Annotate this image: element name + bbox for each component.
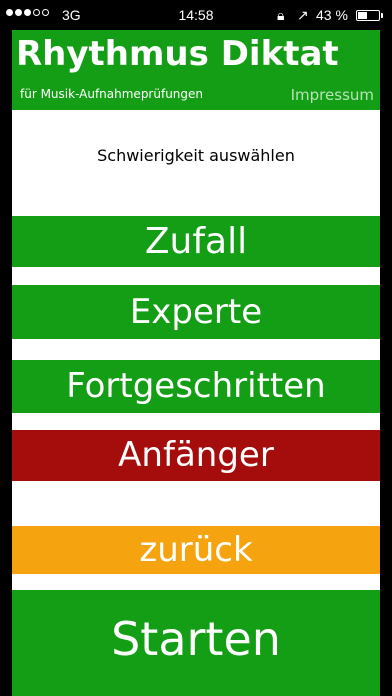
rotation-lock-icon: 🔒︎ <box>277 7 285 23</box>
battery-percent: 43 % <box>316 7 348 23</box>
status-bar: 3G 14:58 🔒︎ ↗ 43 % <box>0 0 392 30</box>
app-screen: Rhythmus Diktat für Musik-Aufnahmeprüfun… <box>12 30 380 696</box>
battery-fill <box>358 12 367 19</box>
app-title: Rhythmus Diktat <box>16 34 339 74</box>
difficulty-expert-button[interactable]: Experte <box>12 285 380 339</box>
difficulty-prompt: Schwierigkeit auswählen <box>97 146 295 165</box>
impressum-link[interactable]: Impressum <box>291 86 374 104</box>
start-button[interactable]: Starten <box>12 590 380 696</box>
difficulty-random-button[interactable]: Zufall <box>12 216 380 267</box>
header: Rhythmus Diktat für Musik-Aufnahmeprüfun… <box>12 30 380 110</box>
difficulty-beginner-button[interactable]: Anfänger <box>12 430 380 481</box>
back-button[interactable]: zurück <box>12 526 380 574</box>
location-arrow-icon: ↗ <box>297 7 309 23</box>
app-subtitle: für Musik-Aufnahmeprüfungen <box>20 87 204 101</box>
battery-icon <box>356 10 383 21</box>
difficulty-advanced-button[interactable]: Fortgeschritten <box>12 360 380 413</box>
